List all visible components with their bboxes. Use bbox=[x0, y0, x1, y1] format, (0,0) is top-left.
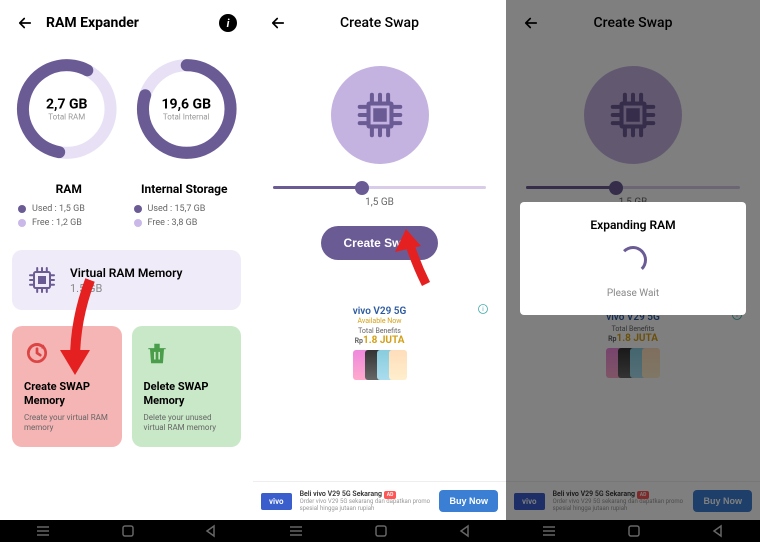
info-icon[interactable]: i bbox=[219, 14, 237, 32]
swap-size-slider[interactable]: 1,5 GB bbox=[253, 174, 506, 212]
menu-icon[interactable] bbox=[35, 524, 51, 538]
chip-icon bbox=[26, 264, 58, 296]
slider-thumb[interactable] bbox=[355, 181, 369, 195]
back-nav-icon[interactable] bbox=[204, 524, 218, 538]
virtual-ram-card[interactable]: Virtual RAM Memory 1.5 GB bbox=[12, 250, 241, 310]
modal-title: Expanding RAM bbox=[536, 218, 730, 232]
home-icon[interactable] bbox=[627, 524, 641, 538]
chip-icon bbox=[353, 88, 407, 142]
storage-stats: Internal Storage Used : 15,7 GB Free : 3… bbox=[134, 182, 236, 232]
expanding-ram-modal: Expanding RAM Please Wait bbox=[520, 202, 746, 315]
free-dot-icon bbox=[134, 219, 142, 227]
home-icon[interactable] bbox=[374, 524, 388, 538]
delete-swap-card[interactable]: Delete SWAP Memory Delete your unused vi… bbox=[132, 326, 242, 447]
slider-value: 1,5 GB bbox=[273, 197, 486, 208]
ram-label: Total RAM bbox=[46, 113, 87, 122]
free-dot-icon bbox=[18, 219, 26, 227]
page-title: Create Swap bbox=[299, 15, 460, 31]
vivo-logo: vivo bbox=[261, 493, 292, 510]
menu-icon[interactable] bbox=[541, 524, 557, 538]
back-nav-icon[interactable] bbox=[711, 524, 725, 538]
ad-close-icon[interactable]: i bbox=[478, 304, 488, 314]
ad-banner[interactable]: i vivo V29 5G Available Now Total Benefi… bbox=[273, 306, 486, 380]
used-dot-icon bbox=[18, 205, 26, 213]
vram-title: Virtual RAM Memory bbox=[70, 266, 182, 280]
create-swap-button[interactable]: Create Swap bbox=[321, 226, 437, 260]
menu-icon[interactable] bbox=[288, 524, 304, 538]
ram-stats: RAM Used : 1,5 GB Free : 1,2 GB bbox=[18, 182, 120, 232]
ram-value: 2,7 GB bbox=[46, 97, 87, 113]
svg-text:i: i bbox=[482, 306, 484, 313]
screen-ram-expander: RAM Expander i 2,7 GB Total RAM bbox=[0, 0, 253, 520]
vram-value: 1.5 GB bbox=[70, 282, 182, 295]
screen-create-swap-loading: Create Swap 1,5 GB bbox=[506, 0, 760, 520]
buy-now-button[interactable]: Buy Now bbox=[439, 490, 498, 512]
gear-refresh-icon bbox=[24, 340, 50, 366]
spinner-icon bbox=[619, 246, 647, 274]
back-nav-icon[interactable] bbox=[458, 524, 472, 538]
storage-label: Total Internal bbox=[162, 113, 212, 122]
ram-gauge: 2,7 GB Total RAM bbox=[12, 54, 122, 164]
android-navbar bbox=[0, 520, 760, 542]
back-button[interactable] bbox=[269, 14, 287, 32]
home-icon[interactable] bbox=[121, 524, 135, 538]
create-swap-card[interactable]: Create SWAP Memory Create your virtual R… bbox=[12, 326, 122, 447]
chip-illustration bbox=[331, 66, 429, 164]
ad-phones-image bbox=[273, 350, 486, 380]
modal-subtitle: Please Wait bbox=[536, 288, 730, 299]
trash-icon bbox=[144, 340, 170, 366]
ad-bottom-bar[interactable]: vivo Beli vivo V29 5G Sekarang AD Order … bbox=[253, 481, 506, 520]
storage-value: 19,6 GB bbox=[162, 97, 212, 113]
back-button[interactable] bbox=[16, 14, 34, 32]
screen-create-swap: Create Swap 1,5 GB C bbox=[253, 0, 506, 520]
page-title: RAM Expander bbox=[46, 15, 207, 31]
storage-gauge: 19,6 GB Total Internal bbox=[132, 54, 242, 164]
used-dot-icon bbox=[134, 205, 142, 213]
